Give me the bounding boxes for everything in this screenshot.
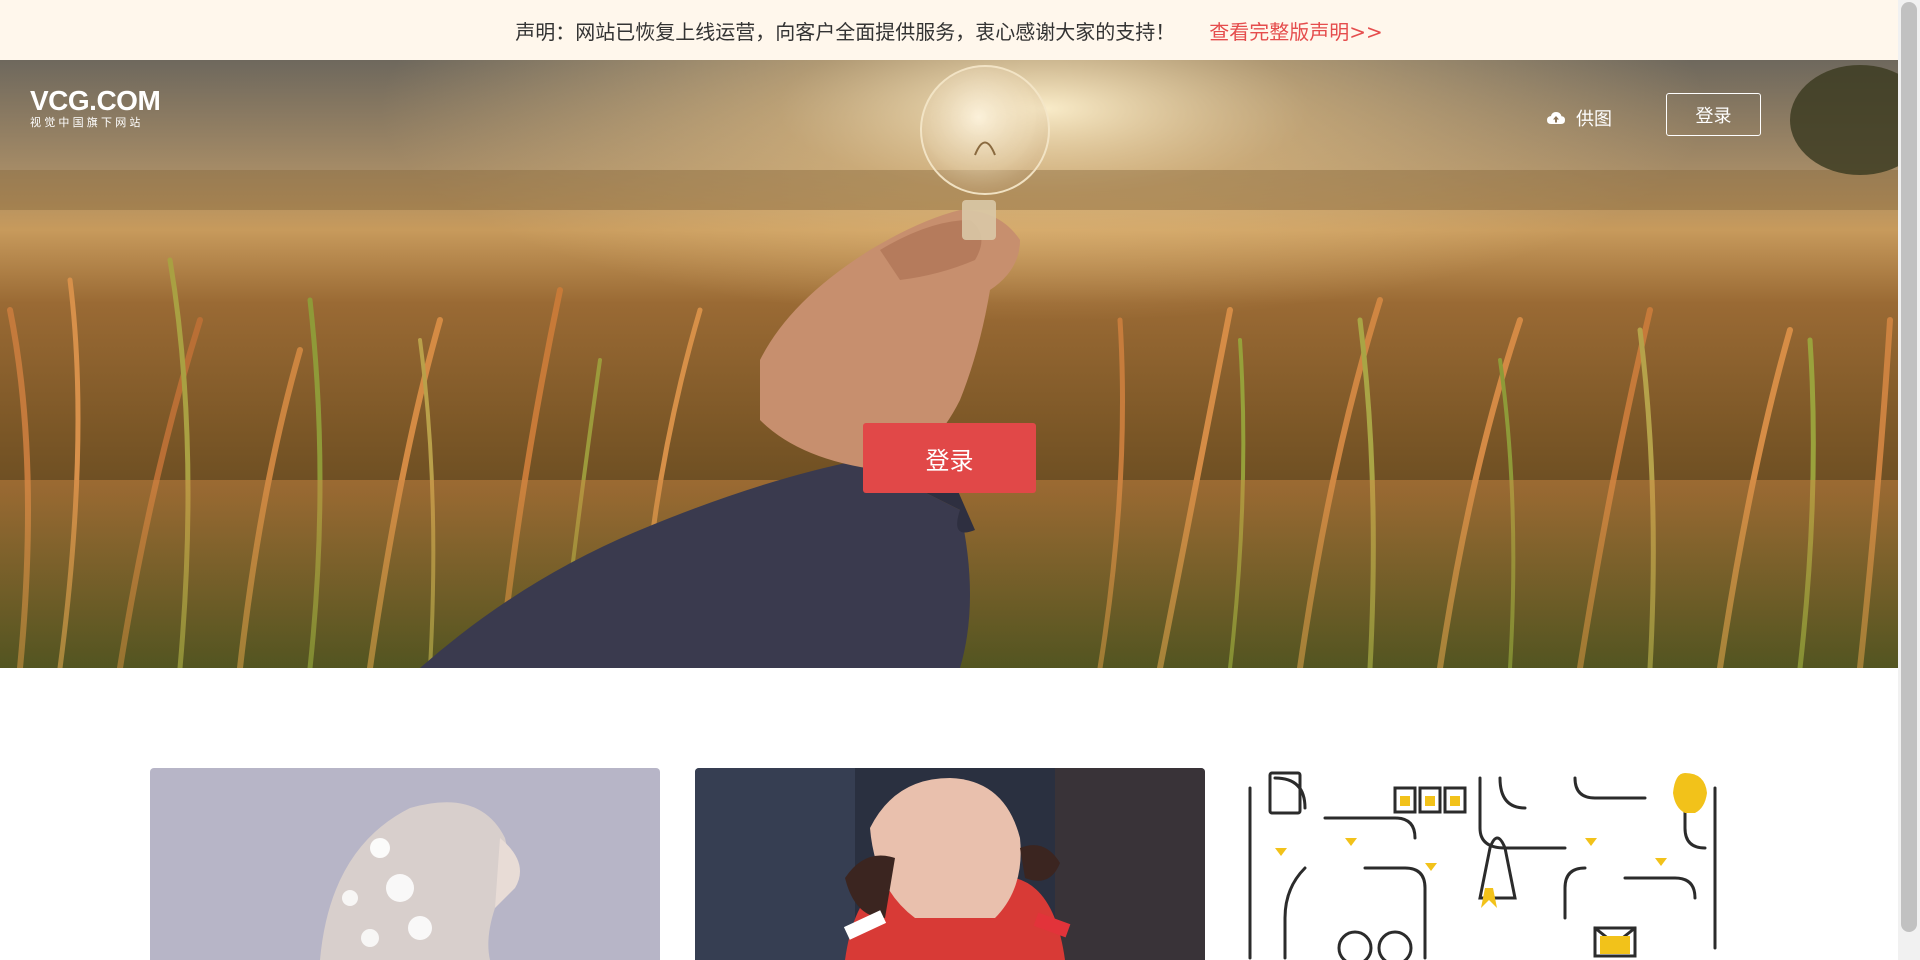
full-statement-link[interactable]: 查看完整版声明>>: [1209, 16, 1383, 45]
card-image-woman: [150, 768, 660, 960]
card-image-athlete: [695, 768, 1205, 960]
header-login-button[interactable]: 登录: [1666, 93, 1761, 136]
gallery-card-illustration[interactable]: [1245, 768, 1745, 960]
logo-tagline: 视觉中国旗下网站: [30, 116, 144, 129]
gallery-card-sports[interactable]: [695, 768, 1205, 960]
announcement-bar: 声明：网站已恢复上线运营，向客户全面提供服务，衷心感谢大家的支持！ 查看完整版声…: [0, 0, 1898, 60]
gallery-card-beauty[interactable]: [150, 768, 660, 960]
announcement-text: 声明：网站已恢复上线运营，向客户全面提供服务，衷心感谢大家的支持！: [515, 19, 1176, 44]
hero-banner: VCG.COM 视觉中国旗下网站 供图 登录 登录: [0, 60, 1898, 668]
logo-wordmark: VCG.COM: [30, 85, 161, 116]
contribute-link[interactable]: 供图: [1546, 104, 1612, 132]
card-image-line-illustration: [1245, 768, 1745, 960]
contribute-label: 供图: [1576, 109, 1612, 130]
scrollbar-thumb[interactable]: [1901, 2, 1917, 932]
vcg-logo[interactable]: VCG.COM 视觉中国旗下网站: [30, 85, 161, 130]
page: 声明：网站已恢复上线运营，向客户全面提供服务，衷心感谢大家的支持！ 查看完整版声…: [0, 0, 1898, 960]
cloud-upload-icon: [1547, 112, 1565, 124]
hero-background-image: [0, 60, 1898, 668]
hero-login-button[interactable]: 登录: [863, 423, 1036, 493]
